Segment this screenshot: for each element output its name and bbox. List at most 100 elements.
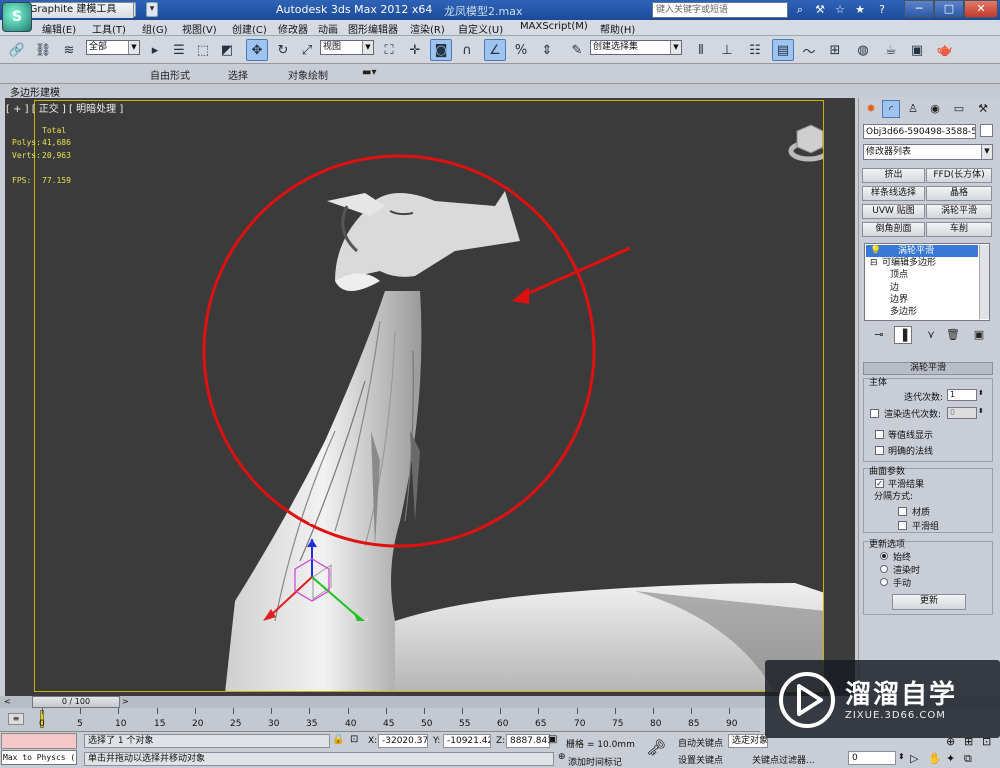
object-name-field[interactable]: Obj3d66-590498-3588-538 bbox=[863, 124, 976, 139]
menu-create[interactable]: 创建(C) bbox=[232, 21, 267, 36]
align-icon[interactable]: ⊥ bbox=[716, 39, 738, 61]
modifier-uvw-map-button[interactable]: UVW 贴图 bbox=[862, 204, 925, 219]
update-button[interactable]: 更新 bbox=[892, 594, 966, 610]
quick-access-dropdown-icon[interactable]: ▾ bbox=[146, 2, 158, 17]
menu-edit[interactable]: 编辑(E) bbox=[42, 21, 76, 36]
modifier-ffd-box-button[interactable]: FFD(长方体) bbox=[926, 168, 992, 183]
named-selection-dropdown[interactable]: 创建选择集 ▼ bbox=[590, 40, 682, 55]
spinner-arrows-icon[interactable]: ⬍ bbox=[978, 389, 984, 397]
tab-selection[interactable]: 选择 bbox=[228, 67, 248, 82]
edit-named-selection-icon[interactable]: ✎ bbox=[566, 39, 588, 61]
render-production-icon[interactable]: 🫖 bbox=[934, 39, 956, 61]
menu-maxscript[interactable]: MAXScript(M) bbox=[520, 21, 588, 32]
auto-key-button[interactable]: 自动关键点 bbox=[678, 736, 723, 749]
favorites-icon[interactable]: ☆ bbox=[832, 2, 848, 18]
isoline-display-checkbox[interactable] bbox=[875, 430, 884, 439]
current-frame-field[interactable]: 0 bbox=[848, 751, 896, 765]
keyboard-shortcut-toggle-icon[interactable]: ◙ bbox=[430, 39, 452, 61]
mirror-icon[interactable]: ⫴ bbox=[690, 39, 712, 61]
select-by-name-icon[interactable]: ☰ bbox=[168, 39, 190, 61]
stack-sub-edge[interactable]: 边 bbox=[890, 282, 899, 294]
rollout-turbosmooth-header[interactable]: 涡轮平滑 bbox=[863, 362, 993, 375]
modify-panel-icon[interactable]: ◜ bbox=[882, 100, 900, 118]
modifier-lattice-button[interactable]: 晶格 bbox=[926, 186, 992, 201]
utilities-panel-icon[interactable]: ⚒ bbox=[974, 100, 992, 118]
y-coordinate-field[interactable]: -10921.42 bbox=[443, 734, 491, 748]
graphite-toggle-icon[interactable]: ▤ bbox=[772, 39, 794, 61]
layer-manager-icon[interactable]: ☷ bbox=[744, 39, 766, 61]
stack-sub-border[interactable]: 边界 bbox=[890, 294, 908, 306]
modifier-extrude-button[interactable]: 挤出 bbox=[862, 168, 925, 183]
app-menu-button[interactable]: S bbox=[2, 2, 32, 32]
unlink-icon[interactable]: ⛓ bbox=[32, 39, 54, 61]
modifier-turbosmooth-button[interactable]: 涡轮平滑 bbox=[926, 204, 992, 219]
key-filters-button[interactable]: 关键点过滤器... bbox=[752, 753, 815, 766]
remove-modifier-icon[interactable]: 🗑 bbox=[944, 326, 962, 344]
update-manual-radio[interactable] bbox=[880, 578, 888, 586]
menu-group[interactable]: 组(G) bbox=[142, 21, 168, 36]
modifier-list-dropdown[interactable]: 修改器列表 ▼ bbox=[863, 144, 993, 160]
render-iters-checkbox[interactable] bbox=[870, 409, 879, 418]
menu-tools[interactable]: 工具(T) bbox=[92, 21, 126, 36]
modifier-spline-select-button[interactable]: 样条线选择 bbox=[862, 186, 925, 201]
bind-spacewarp-icon[interactable]: ≋ bbox=[58, 39, 80, 61]
modifier-bevel-profile-button[interactable]: 倒角剖面 bbox=[862, 222, 925, 237]
add-time-tag[interactable]: 添加时间标记 bbox=[568, 755, 622, 768]
pan-icon[interactable]: ✋ bbox=[928, 752, 942, 765]
menu-graph-editors[interactable]: 图形编辑器 bbox=[348, 21, 398, 36]
set-key-button[interactable]: 设置关键点 bbox=[678, 753, 723, 766]
selection-filter-dropdown[interactable]: 全部 ▼ bbox=[86, 40, 140, 55]
link-icon[interactable]: 🔗 bbox=[6, 39, 28, 61]
polygon-modeling-panel[interactable]: 多边形建模 bbox=[10, 84, 60, 99]
hierarchy-panel-icon[interactable]: ♙ bbox=[904, 100, 922, 118]
menu-help[interactable]: 帮助(H) bbox=[600, 21, 635, 36]
rect-selection-icon[interactable]: ⬚ bbox=[192, 39, 214, 61]
material-editor-icon[interactable]: ◍ bbox=[852, 39, 874, 61]
stack-sub-polygon[interactable]: 多边形 bbox=[890, 306, 917, 318]
angle-snap-icon[interactable]: ∠ bbox=[484, 39, 506, 61]
infocenter-icon[interactable]: ⚒ bbox=[812, 2, 828, 18]
update-rendering-radio[interactable] bbox=[880, 565, 888, 573]
rendered-frame-icon[interactable]: ▣ bbox=[906, 39, 928, 61]
close-button[interactable]: ✕ bbox=[964, 0, 998, 18]
orbit-icon[interactable]: ✦ bbox=[946, 752, 955, 765]
scale-icon[interactable]: ⤢ bbox=[296, 39, 318, 61]
configure-sets-icon[interactable]: ▣ bbox=[970, 326, 988, 344]
viewport-label[interactable]: [ + ] [ 正交 ] [ 明暗处理 ] bbox=[6, 100, 123, 115]
open-mini-curve-icon[interactable]: ≡ bbox=[8, 713, 24, 725]
smoothing-groups-checkbox[interactable] bbox=[898, 521, 907, 530]
iterations-spinner[interactable]: 1 bbox=[947, 389, 977, 401]
key-mode-dropdown[interactable]: 选定对象 bbox=[728, 734, 768, 748]
window-crossing-icon[interactable]: ◩ bbox=[216, 39, 238, 61]
modifier-lathe-button[interactable]: 车削 bbox=[926, 222, 992, 237]
maxscript-input[interactable]: Max to Physcs ( bbox=[1, 750, 77, 765]
frame-spinner-icon[interactable]: ⬍ bbox=[898, 752, 905, 761]
pivot-center-icon[interactable]: ⛶ bbox=[378, 39, 400, 61]
move-icon[interactable]: ✥ bbox=[246, 39, 268, 61]
search-input[interactable]: 键入关键字或短语 bbox=[652, 2, 788, 18]
spinner-arrows-icon[interactable]: ⬍ bbox=[978, 407, 984, 415]
time-next-icon[interactable]: > bbox=[122, 697, 129, 706]
menu-modifiers[interactable]: 修改器 bbox=[278, 21, 308, 36]
stack-item-turbosmooth[interactable]: 涡轮平滑 bbox=[898, 245, 934, 257]
search-icon[interactable]: ⌕ bbox=[792, 2, 808, 18]
maximize-viewport-icon[interactable]: ⧉ bbox=[964, 752, 972, 766]
menu-rendering[interactable]: 渲染(R) bbox=[410, 21, 445, 36]
key-icon[interactable]: 🗝 bbox=[646, 738, 666, 757]
ref-coord-dropdown[interactable]: 视图 ▼ bbox=[320, 40, 374, 55]
time-prev-icon[interactable]: < bbox=[4, 697, 11, 706]
pin-stack-icon[interactable]: ⊸ bbox=[870, 326, 888, 344]
time-slider-thumb[interactable]: 0 / 100 bbox=[32, 696, 120, 708]
absolute-mode-icon[interactable]: ⊡ bbox=[350, 734, 358, 745]
collapse-icon[interactable]: ⊟ bbox=[870, 257, 878, 269]
minimize-button[interactable]: ─ bbox=[904, 0, 934, 18]
tab-object-paint[interactable]: 对象绘制 bbox=[288, 67, 328, 82]
lock-icon[interactable]: 🔒 bbox=[332, 734, 344, 745]
spinner-snap-icon[interactable]: ⇕ bbox=[536, 39, 558, 61]
star-icon[interactable]: ★ bbox=[852, 2, 868, 18]
show-end-result-icon[interactable]: ▐ bbox=[894, 326, 912, 344]
create-panel-icon[interactable]: ✸ bbox=[862, 100, 880, 118]
menu-customize[interactable]: 自定义(U) bbox=[458, 21, 503, 36]
view-cube[interactable] bbox=[788, 124, 824, 162]
ribbon-options-icon[interactable]: ▬▾ bbox=[362, 67, 376, 78]
